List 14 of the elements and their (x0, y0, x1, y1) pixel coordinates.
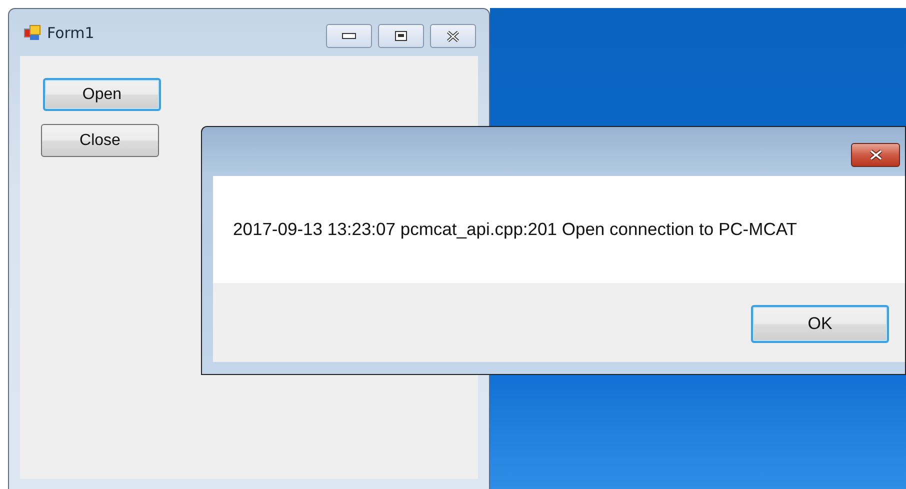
ok-button[interactable]: OK (751, 305, 889, 343)
minimize-button[interactable] (326, 24, 372, 48)
close-button[interactable] (430, 24, 476, 48)
close-icon (868, 149, 884, 161)
form-button[interactable]: Close (41, 124, 159, 157)
maximize-button[interactable] (378, 24, 424, 48)
minimize-icon (342, 33, 356, 39)
form-button[interactable]: Open (43, 78, 161, 111)
maximize-icon (395, 31, 407, 41)
close-icon (446, 30, 460, 42)
message-text: 2017-09-13 13:23:07 pcmcat_api.cpp:201 Open connection to PC-MCAT (233, 219, 797, 240)
close-button[interactable] (851, 143, 900, 167)
window-title: Form1 (47, 24, 96, 42)
app-icon (24, 24, 41, 40)
